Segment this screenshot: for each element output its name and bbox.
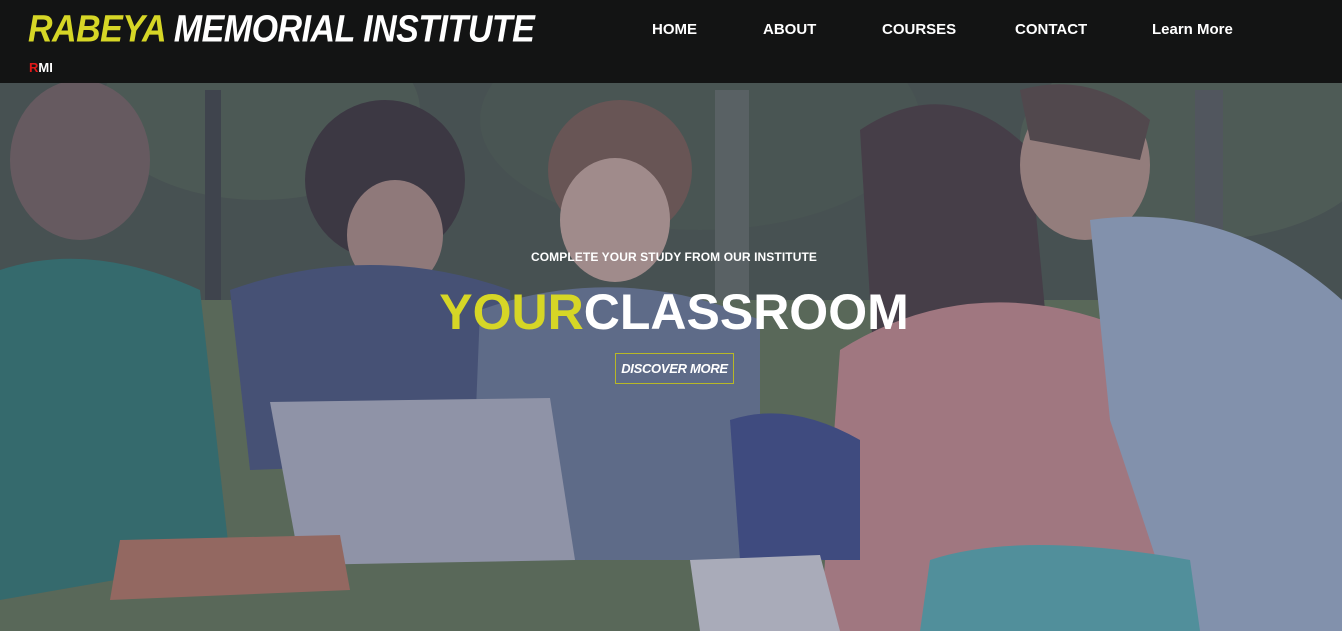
site-logo[interactable]: RABEYA MEMORIAL INSTITUTE	[28, 8, 535, 52]
hero-title-accent: YOUR	[439, 284, 584, 340]
top-navbar: RABEYA MEMORIAL INSTITUTE RMI HOME ABOUT…	[0, 0, 1342, 83]
nav-home-link[interactable]: HOME	[652, 21, 697, 38]
nav-learn-more-link[interactable]: Learn More	[1152, 21, 1233, 38]
brand-abbr-first-letter: R	[29, 60, 39, 75]
nav-contact-link[interactable]: CONTACT	[1015, 21, 1087, 38]
brand-abbreviation: RMI	[29, 60, 53, 75]
discover-more-button[interactable]: DISCOVER MORE	[615, 353, 734, 384]
brand-name-highlight: RABEYA	[28, 8, 165, 51]
hero-subtitle: COMPLETE YOUR STUDY FROM OUR INSTITUTE	[530, 250, 818, 264]
hero-title-rest: CLASSROOM	[583, 284, 909, 340]
nav-about-link[interactable]: ABOUT	[763, 21, 816, 38]
nav-courses-link[interactable]: COURSES	[882, 21, 956, 38]
brand-name-rest: MEMORIAL INSTITUTE	[164, 8, 535, 51]
hero-title: YOURCLASSROOM	[0, 284, 1342, 340]
brand-abbr-rest: MI	[38, 60, 53, 75]
